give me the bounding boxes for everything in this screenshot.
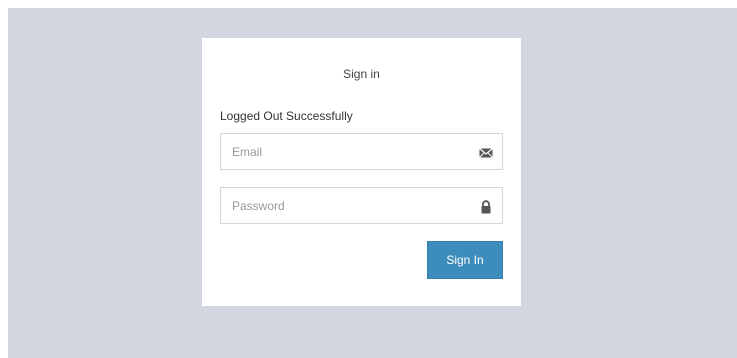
- lock-icon: [479, 200, 493, 214]
- sign-in-button[interactable]: Sign In: [427, 241, 503, 279]
- login-card: Sign in Logged Out Successfully Sign In: [202, 38, 521, 306]
- form-actions: Sign In: [220, 241, 503, 279]
- email-input[interactable]: [221, 134, 502, 169]
- password-field-wrapper: [220, 187, 503, 224]
- login-title: Sign in: [343, 67, 380, 81]
- status-message: Logged Out Successfully: [220, 109, 353, 123]
- password-input[interactable]: [221, 188, 502, 223]
- email-field-wrapper: [220, 133, 503, 170]
- envelope-icon: [479, 146, 493, 160]
